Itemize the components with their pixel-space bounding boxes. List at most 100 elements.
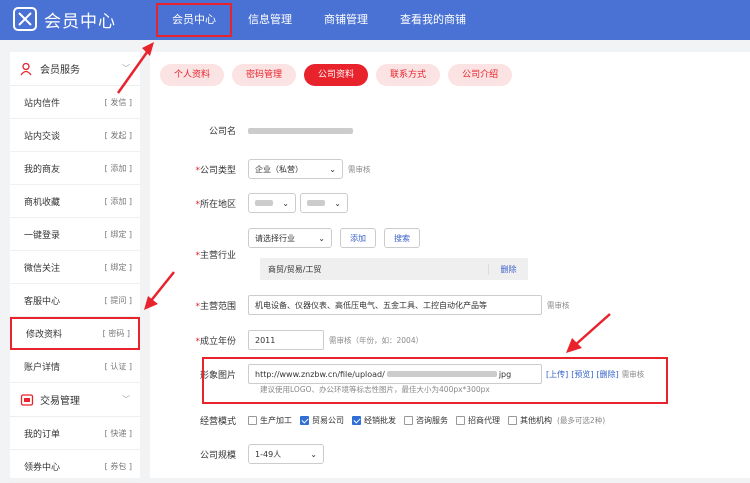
tab-password[interactable]: 密码管理 (232, 64, 297, 86)
industry-item: 商贸/贸易/工贸 (268, 264, 322, 274)
arrow-icon-nav (116, 42, 154, 94)
sidebar-item-support[interactable]: 客服中心 [ 提问 ] (10, 284, 140, 317)
sidebar-item-label: 我的商友 (24, 164, 61, 175)
delete-industry-link[interactable]: 删除 (488, 263, 528, 275)
logo[interactable]: 会员中心 (12, 6, 116, 32)
sidebar-item-orders[interactable]: 我的订单 [ 快递 ] (10, 417, 140, 450)
review-note: 需审核 (547, 300, 570, 310)
year-label: 成立年份 (199, 336, 236, 347)
checkbox[interactable] (508, 416, 517, 425)
year-input[interactable]: 2011 (248, 330, 324, 350)
sidebar-item-label: 站内交谈 (24, 131, 61, 142)
tab-bar: 个人资料 密码管理 公司资料 联系方式 公司介绍 (160, 64, 520, 86)
nav-shop-manage[interactable]: 商铺管理 (308, 0, 384, 40)
city-select[interactable]: ⌄ (300, 193, 348, 213)
sidebar-item-label: 领券中心 (24, 462, 61, 473)
nav-info-manage[interactable]: 信息管理 (232, 0, 308, 40)
year-note: 需审核（年份，如：2004） (329, 335, 424, 345)
mode-option-4[interactable]: 咨询服务 (404, 415, 448, 426)
company-size-select[interactable]: 1-49人 ⌄ (248, 444, 324, 464)
scope-label: 主营范围 (199, 301, 236, 312)
tab-company-info[interactable]: 公司资料 (304, 64, 369, 86)
add-industry-button[interactable]: 添加 (340, 228, 376, 248)
sidebar-item-tag[interactable]: [ 绑定 ] (105, 262, 132, 273)
row-industry: 请选择行业 ⌄ 添加 搜索 (150, 228, 420, 248)
arrow-icon-image (566, 313, 611, 353)
company-type-label: 公司类型 (199, 165, 236, 176)
sidebar-item-chat[interactable]: 站内交谈 [ 发起 ] (10, 119, 140, 152)
sidebar-item-tag[interactable]: [ 认证 ] (105, 361, 132, 372)
sidebar-item-label: 我的订单 (24, 429, 61, 440)
row-company-name: 公司名 (150, 124, 353, 137)
sidebar-item-tag[interactable]: [ 密码 ] (103, 328, 130, 339)
chevron-down-icon: ﹀ (122, 395, 130, 404)
user-icon (20, 62, 32, 75)
arrow-icon-sidebar (144, 271, 175, 310)
mode-option-3[interactable]: 经销批发 (352, 415, 396, 426)
highlight-box-image (202, 357, 668, 404)
logo-icon (13, 7, 37, 31)
sidebar-item-label: 账户详情 (24, 362, 61, 373)
mode-option-2[interactable]: 贸易公司 (300, 415, 344, 426)
sidebar: 会员服务 ﹀ 站内信件[ 发信 ] 站内交谈[ 发起 ] 我的商友[ 添加 ] … (10, 52, 140, 483)
scope-input[interactable]: 机电设备、仪器仪表、高低压电气、五金工具、工控自动化产品等 (248, 295, 542, 315)
row-company-type: *公司类型 企业（私营） ⌄ 需审核 (150, 159, 371, 179)
sidebar-item-tag[interactable]: [ 提问 ] (105, 295, 132, 306)
sidebar-item-label: 客服中心 (24, 296, 61, 307)
mode-option-6[interactable]: 其他机构 (508, 415, 552, 426)
sidebar-item-one-click-login[interactable]: 一键登录 [ 绑定 ] (10, 218, 140, 251)
nav-view-shop[interactable]: 查看我的商铺 (384, 0, 482, 40)
size-label: 公司规模 (199, 450, 236, 461)
sidebar-item-edit-profile[interactable]: 修改资料 [ 密码 ] (10, 317, 140, 350)
tab-personal-info[interactable]: 个人资料 (160, 64, 225, 86)
province-select[interactable]: ⌄ (248, 193, 296, 213)
checkbox-checked[interactable] (352, 416, 361, 425)
sidebar-item-favorites[interactable]: 商机收藏 [ 添加 ] (10, 185, 140, 218)
wallet-icon (20, 393, 34, 406)
nav-member-center[interactable]: 会员中心 (156, 3, 232, 37)
sidebar-item-tag[interactable]: [ 发起 ] (105, 130, 132, 141)
main-nav: 会员中心 信息管理 商铺管理 查看我的商铺 (156, 0, 482, 40)
sidebar-item-label: 修改资料 (26, 330, 63, 340)
industry-label: 主营行业 (199, 251, 236, 261)
sidebar-item-friends[interactable]: 我的商友 [ 添加 ] (10, 152, 140, 185)
tab-contact[interactable]: 联系方式 (376, 64, 441, 86)
review-note: 需审核 (348, 164, 371, 174)
industry-list-row: 商贸/贸易/工贸 删除 (260, 258, 528, 280)
row-business-mode: 经营模式 生产加工 贸易公司 经销批发 咨询服务 招商代理 其他机构 (最多可选… (150, 414, 605, 427)
sidebar-item-tag[interactable]: [ 添加 ] (105, 163, 132, 174)
sidebar-section-label: 会员服务 (40, 65, 80, 76)
row-industry-label: *主营行业 (195, 251, 236, 261)
checkbox[interactable] (456, 416, 465, 425)
sidebar-item-label: 站内信件 (24, 98, 61, 109)
mode-option-1[interactable]: 生产加工 (248, 415, 292, 426)
checkbox[interactable] (248, 416, 257, 425)
sidebar-item-account[interactable]: 账户详情 [ 认证 ] (10, 350, 140, 383)
sidebar-item-label: 微信关注 (24, 263, 61, 274)
industry-select[interactable]: 请选择行业 ⌄ (248, 228, 332, 248)
sidebar-item-tag[interactable]: [ 添加 ] (105, 196, 132, 207)
sidebar-item-tag[interactable]: [ 快递 ] (105, 428, 132, 439)
sidebar-item-coupons[interactable]: 领券中心 [ 券包 ] (10, 450, 140, 483)
search-industry-button[interactable]: 搜索 (384, 228, 420, 248)
row-year: *成立年份 2011 需审核（年份，如：2004） (150, 330, 423, 350)
company-type-select[interactable]: 企业（私营） ⌄ (248, 159, 343, 179)
main-panel: 个人资料 密码管理 公司资料 联系方式 公司介绍 公司名 *公司类型 企业（私营… (150, 52, 750, 478)
mode-label: 经营模式 (199, 417, 236, 427)
sidebar-item-tag[interactable]: [ 发信 ] (105, 97, 132, 108)
checkbox-checked[interactable] (300, 416, 309, 425)
sidebar-item-label: 商机收藏 (24, 197, 61, 208)
sidebar-item-tag[interactable]: [ 券包 ] (105, 461, 132, 472)
chevron-down-icon: ⌄ (329, 164, 336, 174)
row-company-size: 公司规模 1-49人 ⌄ (150, 444, 324, 464)
mode-option-5[interactable]: 招商代理 (456, 415, 500, 426)
checkbox[interactable] (404, 416, 413, 425)
chevron-down-icon: ⌄ (318, 233, 325, 243)
chevron-down-icon: ⌄ (282, 198, 289, 208)
sidebar-section-trade[interactable]: 交易管理 ﹀ (10, 383, 140, 417)
tab-company-intro[interactable]: 公司介绍 (448, 64, 513, 86)
mode-note: (最多可选2种) (557, 416, 606, 425)
top-bar: 会员中心 会员中心 信息管理 商铺管理 查看我的商铺 (0, 0, 750, 40)
sidebar-item-tag[interactable]: [ 绑定 ] (105, 229, 132, 240)
sidebar-item-wechat[interactable]: 微信关注 [ 绑定 ] (10, 251, 140, 284)
